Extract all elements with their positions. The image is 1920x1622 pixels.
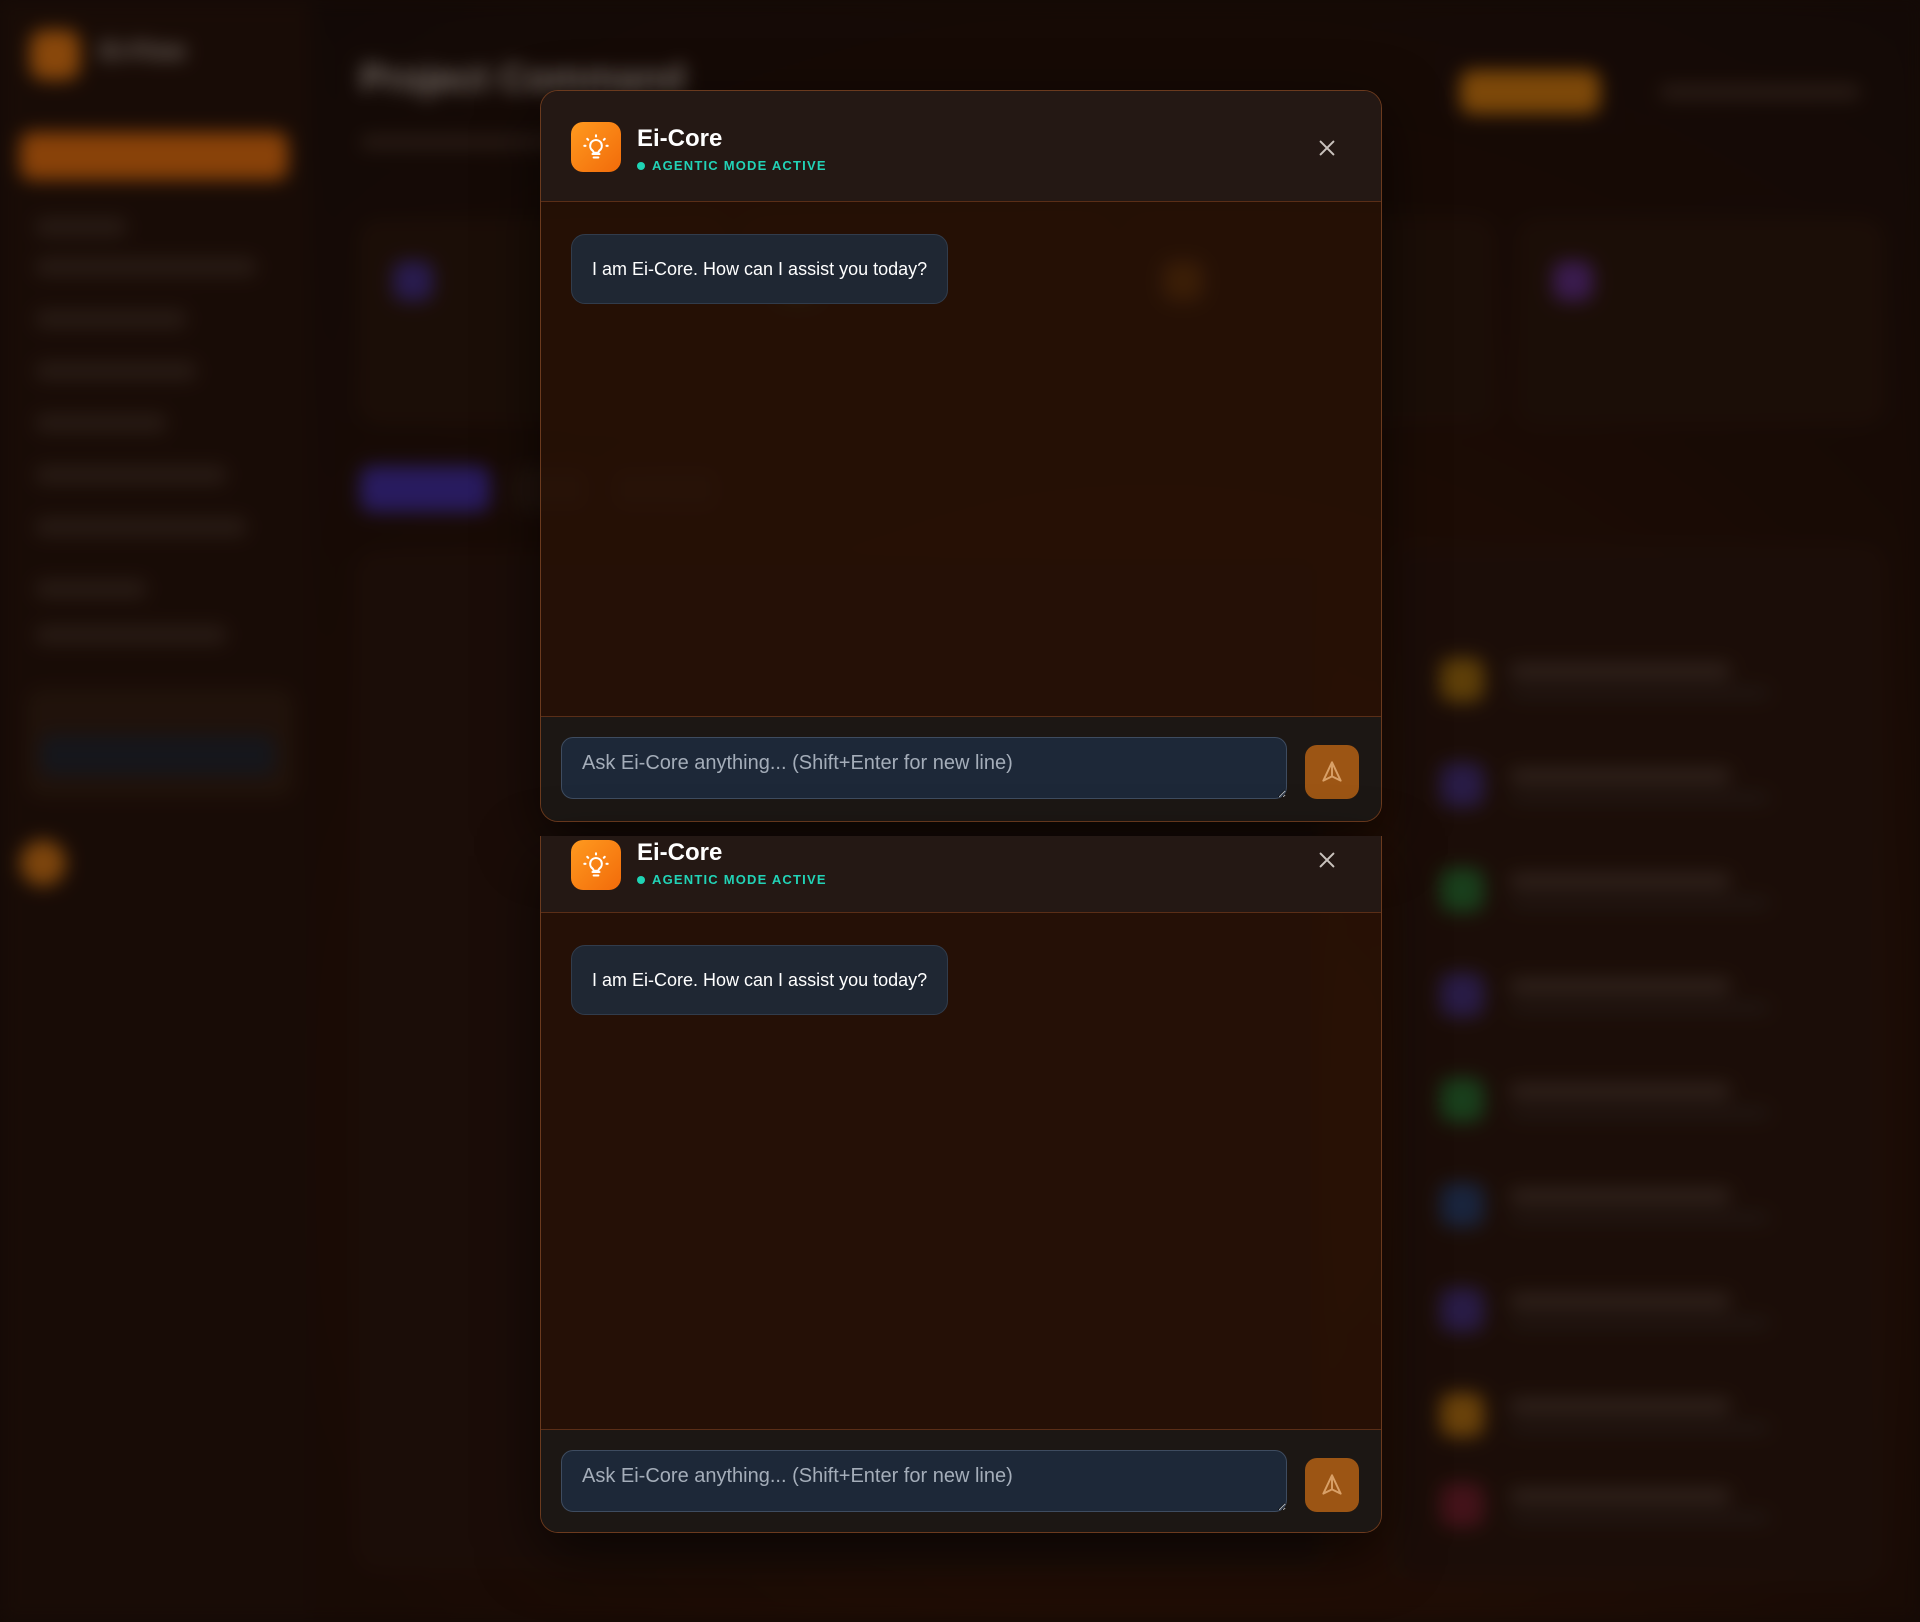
bg-user-avatar xyxy=(20,840,66,886)
send-button[interactable] xyxy=(1305,1458,1359,1512)
assistant-name: Ei-Core xyxy=(637,839,723,866)
assistant-name: Ei-Core xyxy=(637,125,723,152)
bg-list-row xyxy=(1440,1280,1840,1340)
composer xyxy=(541,716,1381,821)
bg-list-row xyxy=(1440,1175,1840,1235)
status-dot xyxy=(637,875,645,884)
bg-stat-card xyxy=(1520,220,1882,422)
close-icon xyxy=(1319,852,1335,868)
message-list: I am Ei-Core. How can I assist you today… xyxy=(541,913,1381,1419)
bg-brand: Ei-Flow xyxy=(100,38,186,65)
bg-nav-line xyxy=(36,258,256,276)
bg-logo xyxy=(30,30,80,80)
bg-nav-line xyxy=(36,580,146,598)
bg-nav-line xyxy=(36,626,226,644)
bg-primary-button xyxy=(20,132,288,180)
chat-input[interactable] xyxy=(561,1450,1287,1512)
bg-top-button xyxy=(1460,70,1600,114)
bg-nav-line xyxy=(36,218,126,236)
bg-list-row xyxy=(1440,650,1840,710)
status-text: AGENTIC MODE ACTIVE xyxy=(652,158,827,173)
bg-list-row xyxy=(1440,755,1840,815)
assistant-message: I am Ei-Core. How can I assist you today… xyxy=(571,945,949,1015)
send-icon xyxy=(1322,1474,1342,1495)
close-icon xyxy=(1319,140,1335,156)
close-button[interactable] xyxy=(1311,844,1343,876)
chat-input[interactable] xyxy=(561,737,1287,799)
bg-tab xyxy=(360,466,490,512)
message-list: I am Ei-Core. How can I assist you today… xyxy=(541,202,1381,708)
status-dot xyxy=(637,161,645,170)
chat-panel: Ei-Core AGENTIC MODE ACTIVE I am Ei-Core… xyxy=(540,836,1382,1533)
close-button[interactable] xyxy=(1311,132,1343,164)
status-text: AGENTIC MODE ACTIVE xyxy=(652,872,827,887)
bg-nav-line xyxy=(36,310,186,328)
bg-nav-line xyxy=(36,518,246,536)
lightbulb-icon xyxy=(571,122,621,172)
chat-panel: Ei-Core AGENTIC MODE ACTIVE I am Ei-Core… xyxy=(540,90,1382,822)
chat-header: Ei-Core AGENTIC MODE ACTIVE xyxy=(541,91,1381,202)
bg-list-row xyxy=(1440,860,1840,920)
status-indicator: AGENTIC MODE ACTIVE xyxy=(637,872,827,887)
status-indicator: AGENTIC MODE ACTIVE xyxy=(637,158,827,173)
composer xyxy=(541,1429,1381,1532)
bg-nav-line xyxy=(36,414,166,432)
lightbulb-icon xyxy=(571,840,621,890)
bg-list-row xyxy=(1440,1385,1840,1445)
bg-top-link xyxy=(1660,84,1860,100)
send-icon xyxy=(1322,761,1342,782)
chat-header: Ei-Core AGENTIC MODE ACTIVE xyxy=(541,836,1381,913)
bg-sidebar xyxy=(0,0,310,1622)
assistant-message: I am Ei-Core. How can I assist you today… xyxy=(571,234,949,304)
bg-nav-line xyxy=(36,466,226,484)
bg-list-row xyxy=(1440,965,1840,1025)
bg-nav-line xyxy=(36,362,196,380)
bg-promo-button xyxy=(40,735,275,775)
bg-list-row xyxy=(1440,1475,1840,1535)
bg-list-row xyxy=(1440,1070,1840,1130)
send-button[interactable] xyxy=(1305,745,1359,799)
